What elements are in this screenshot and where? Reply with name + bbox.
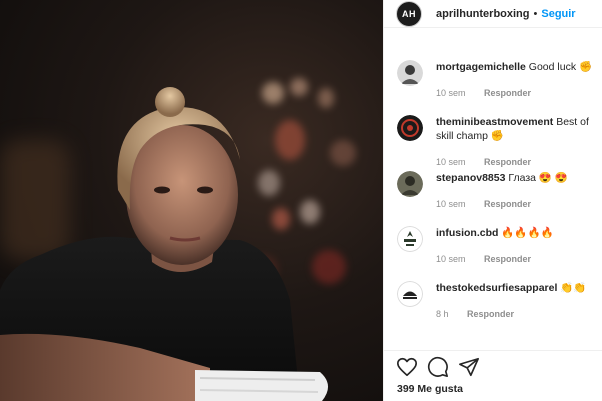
- boxer-figure: [0, 87, 329, 401]
- commenter-avatar[interactable]: [397, 171, 423, 197]
- share-icon[interactable]: [458, 356, 480, 378]
- comment-meta: 10 sem Responder: [436, 157, 531, 167]
- comment-age: 10 sem: [436, 88, 466, 98]
- comment-text: Глаза 😍 😍: [508, 172, 568, 184]
- comment-meta: 10 sem Responder: [436, 88, 531, 98]
- reply-button[interactable]: Responder: [484, 157, 531, 167]
- comment-meta: 10 sem Responder: [436, 254, 531, 264]
- commenter-avatar[interactable]: [397, 281, 423, 307]
- comment-age: 10 sem: [436, 157, 466, 167]
- reply-button[interactable]: Responder: [484, 199, 531, 209]
- comment-username[interactable]: infusion.cbd: [436, 227, 498, 239]
- comment-item: infusion.cbd 🔥🔥🔥🔥 10 sem Responder: [384, 222, 602, 277]
- post-header: AH aprilhunterboxing • Seguir: [384, 0, 602, 28]
- reply-button[interactable]: Responder: [484, 254, 531, 264]
- comment-username[interactable]: mortgagemichelle: [436, 61, 526, 73]
- comment-meta: 8 h Responder: [436, 309, 514, 319]
- heart-icon[interactable]: [396, 356, 418, 378]
- author-avatar-initials: AH: [402, 8, 416, 19]
- commenter-avatar[interactable]: [397, 60, 423, 86]
- comment-item: theminibeastmovement Best of skill champ…: [384, 111, 602, 167]
- comment-text: 👏👏: [560, 282, 587, 294]
- reply-button[interactable]: Responder: [484, 88, 531, 98]
- commenter-avatar[interactable]: [397, 226, 423, 252]
- comments-list: mortgagemichelle Good luck ✊ 10 sem Resp…: [384, 56, 602, 332]
- comment-meta: 10 sem Responder: [436, 199, 531, 209]
- post-photo[interactable]: [0, 0, 383, 401]
- post-actions: 399 Me gusta: [384, 350, 602, 401]
- commenter-avatar[interactable]: [397, 115, 423, 141]
- separator-dot: •: [533, 7, 538, 20]
- comment-age: 10 sem: [436, 199, 466, 209]
- follow-button[interactable]: Seguir: [541, 8, 575, 20]
- author-avatar[interactable]: AH: [396, 0, 422, 27]
- author-username[interactable]: aprilhunterboxing: [436, 8, 530, 20]
- comment-item: thestokedsurfiesapparel 👏👏 8 h Responder: [384, 277, 602, 332]
- comment-icon[interactable]: [427, 356, 449, 378]
- comment-item: stepanov8853 Глаза 😍 😍 10 sem Responder: [384, 167, 602, 222]
- comment-username[interactable]: thestokedsurfiesapparel: [436, 282, 557, 294]
- comment-text: Good luck ✊: [528, 61, 593, 73]
- comment-username[interactable]: stepanov8853: [436, 172, 505, 184]
- comment-age: 10 sem: [436, 254, 466, 264]
- comment-username[interactable]: theminibeastmovement: [436, 116, 553, 128]
- comment-text: 🔥🔥🔥🔥: [501, 227, 554, 239]
- comment-item: mortgagemichelle Good luck ✊ 10 sem Resp…: [384, 56, 602, 111]
- reply-button[interactable]: Responder: [467, 309, 514, 319]
- comment-age: 8 h: [436, 309, 449, 319]
- post-sidebar: AH aprilhunterboxing • Seguir mortgagemi…: [383, 0, 602, 401]
- likes-count[interactable]: 399 Me gusta: [397, 383, 463, 395]
